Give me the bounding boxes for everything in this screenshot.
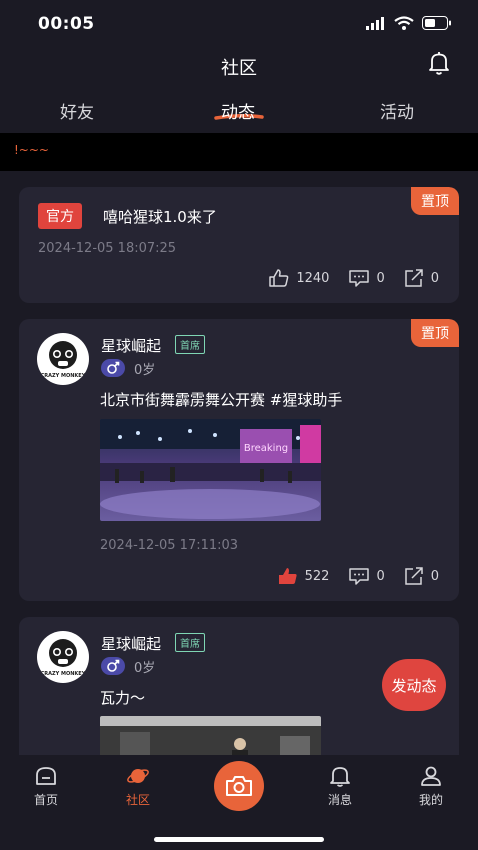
user-icon [421, 766, 441, 786]
like-button[interactable]: 522 [278, 567, 330, 585]
username[interactable]: 星球崛起 [101, 633, 161, 654]
comment-button[interactable]: 0 [349, 269, 385, 287]
nav-community-label: 社区 [125, 793, 150, 807]
stage-screen-text: Breaking [244, 443, 288, 454]
nav-profile-label: 我的 [418, 793, 443, 807]
user-tag: 首席 [175, 335, 205, 354]
signal-icon [366, 17, 384, 30]
monkey-avatar-icon: CRAZY MONKEY [41, 341, 86, 379]
comment-button[interactable]: 0 [349, 567, 385, 585]
comment-icon [349, 567, 370, 585]
nav-messages[interactable]: 消息 [310, 765, 370, 808]
nav-messages-label: 消息 [327, 793, 352, 807]
user-age: 0岁 [134, 661, 156, 676]
nav-community[interactable]: 社区 [108, 765, 168, 808]
tab-friends[interactable]: 好友 [60, 98, 94, 123]
share-button[interactable]: 0 [404, 269, 439, 287]
avatar-text: CRAZY MONKEY [41, 671, 86, 677]
user-tag: 首席 [175, 633, 205, 652]
post-image[interactable]: Breaking [100, 419, 321, 521]
comment-count: 0 [376, 270, 385, 286]
post-image[interactable] [100, 716, 321, 755]
share-count: 0 [430, 568, 439, 584]
post-card[interactable]: 置顶 CRAZY MONKEY 星球崛起 首席 0岁 北京市街舞霹雳舞公开赛 #… [19, 319, 459, 601]
status-bar: 00:05 [0, 0, 478, 48]
comment-icon [349, 269, 370, 287]
notification-bell-icon[interactable] [426, 50, 452, 76]
tab-events[interactable]: 活动 [380, 98, 414, 123]
bell-icon [330, 767, 350, 787]
thumbs-up-icon [269, 269, 289, 287]
share-icon [404, 567, 423, 585]
comment-count: 0 [376, 568, 385, 584]
male-gender-icon [101, 657, 125, 675]
username[interactable]: 星球崛起 [101, 335, 161, 356]
pinned-badge: 置顶 [411, 319, 459, 347]
avatar[interactable]: CRAZY MONKEY [37, 631, 89, 683]
share-button[interactable]: 0 [404, 567, 439, 585]
post-date: 2024-12-05 18:07:25 [38, 241, 177, 256]
avatar-text: CRAZY MONKEY [41, 373, 86, 379]
tab-feed[interactable]: 动态 [221, 98, 255, 123]
like-button[interactable]: 1240 [269, 269, 329, 287]
share-count: 0 [430, 270, 439, 286]
battery-icon [422, 16, 451, 30]
male-gender-icon [101, 359, 125, 377]
wifi-icon [394, 16, 414, 30]
notice-banner[interactable]: !~~~ [0, 133, 478, 171]
share-icon [404, 269, 423, 287]
post-text: 北京市街舞霹雳舞公开赛 #猩球助手 [100, 391, 343, 409]
like-count: 522 [304, 568, 330, 584]
post-actions: 522 0 0 [278, 567, 439, 585]
thumbs-up-filled-icon [278, 568, 297, 584]
top-bar: 社区 [0, 48, 478, 84]
page-title: 社区 [221, 58, 257, 79]
post-actions: 1240 0 0 [269, 269, 439, 287]
post-title: 嘻哈猩球1.0来了 [103, 208, 217, 226]
status-time: 00:05 [38, 14, 95, 34]
home-indicator [154, 837, 324, 842]
planet-icon [127, 769, 149, 783]
create-post-button[interactable]: 发动态 [382, 659, 446, 711]
official-badge: 官方 [38, 203, 82, 229]
nav-home[interactable]: 首页 [16, 765, 76, 808]
like-count: 1240 [296, 270, 330, 286]
camera-button[interactable] [214, 761, 264, 811]
monkey-avatar-icon: CRAZY MONKEY [41, 639, 86, 677]
pinned-badge: 置顶 [411, 187, 459, 215]
user-age: 0岁 [134, 363, 156, 378]
home-icon [36, 767, 56, 785]
camera-icon [226, 776, 252, 796]
bottom-nav: 首页 社区 消息 我的 [0, 755, 478, 850]
status-icons [366, 16, 452, 30]
post-date: 2024-12-05 17:11:03 [100, 538, 239, 553]
avatar[interactable]: CRAZY MONKEY [37, 333, 89, 385]
nav-profile[interactable]: 我的 [401, 765, 461, 808]
post-card-official[interactable]: 置顶 官方 嘻哈猩球1.0来了 2024-12-05 18:07:25 1240… [19, 187, 459, 303]
post-text: 瓦力～ [100, 689, 146, 707]
nav-home-label: 首页 [33, 793, 58, 807]
tab-bar: 好友 动态 活动 [0, 92, 478, 132]
notice-text: !~~~ [14, 143, 49, 157]
